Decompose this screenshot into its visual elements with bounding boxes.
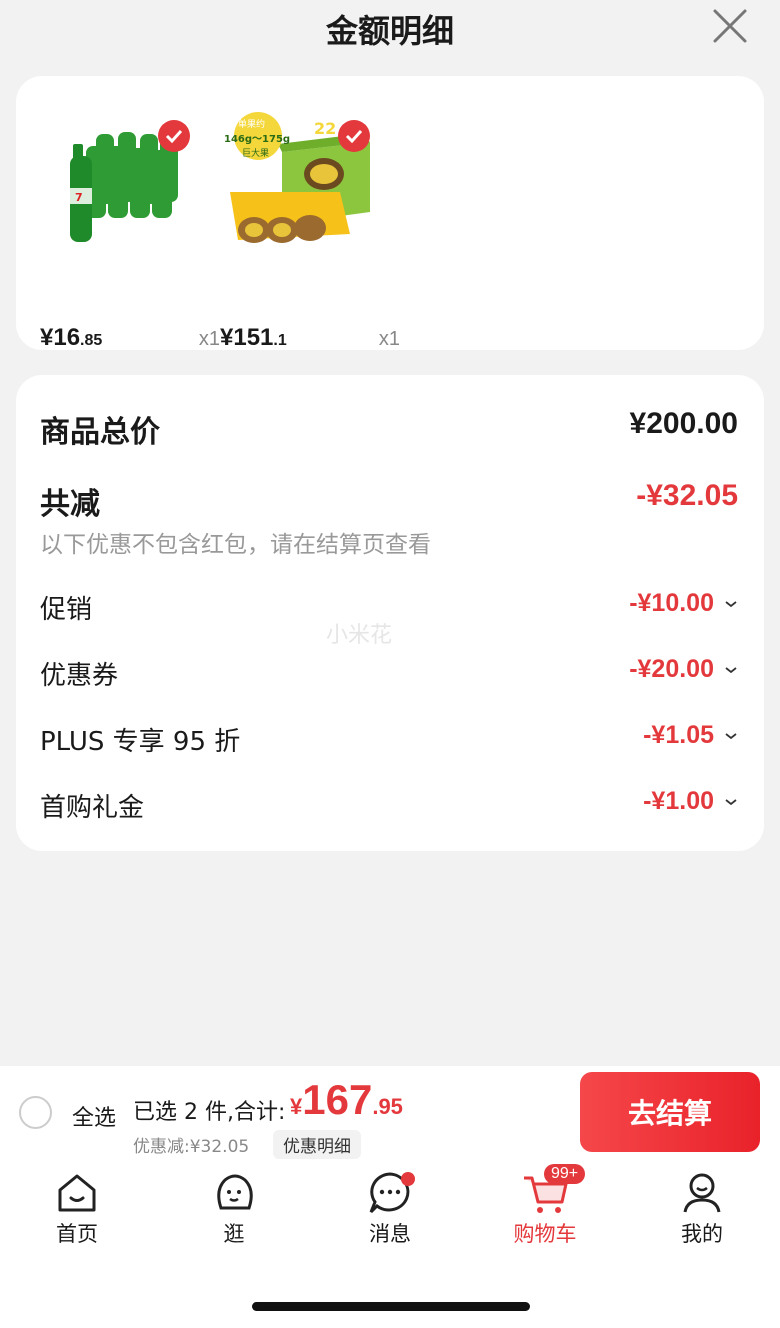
home-indicator[interactable]: [252, 1302, 530, 1311]
product-item[interactable]: 单果约 146g～175g 巨大果 22 ¥151.1 x1: [220, 112, 400, 351]
discount-label: 优惠券: [40, 661, 119, 691]
checkout-button[interactable]: 去结算: [580, 1072, 760, 1152]
discount-detail-button[interactable]: 优惠明细: [273, 1130, 361, 1159]
user-icon: [683, 1173, 721, 1213]
discount-label: PLUS 专享 95 折: [40, 727, 241, 757]
svg-text:单果约: 单果约: [238, 118, 265, 130]
watermark: 小米花: [326, 623, 393, 648]
product-qty: x1: [378, 328, 400, 350]
select-all-radio[interactable]: [19, 1096, 52, 1129]
close-icon[interactable]: [712, 8, 748, 44]
svg-text:7: 7: [75, 191, 83, 204]
discount-note: 以下优惠不包含红包，请在结算页查看: [40, 532, 431, 558]
product-price-int: ¥151: [220, 324, 274, 351]
tab-label: 消息: [369, 1222, 411, 1246]
chevron-down-icon[interactable]: [724, 665, 738, 675]
product-price-row: ¥16.85 x1: [40, 324, 220, 352]
total-label: 商品总价: [40, 415, 160, 450]
chevron-down-icon[interactable]: [724, 599, 738, 609]
discount-label: 促销: [40, 595, 93, 625]
summary-card: 商品总价 ¥200.00 共减 -¥32.05 以下优惠不包含红包，请在结算页查…: [16, 375, 764, 851]
product-image-7up[interactable]: 7: [40, 112, 200, 252]
tab-profile[interactable]: 我的: [647, 1170, 757, 1248]
sum-dec: .95: [372, 1094, 403, 1119]
home-icon: [58, 1174, 96, 1212]
product-price-int: ¥16: [40, 324, 81, 351]
page-title: 金额明细: [325, 12, 454, 50]
product-price-dec: .1: [273, 332, 287, 349]
product-image-kiwi[interactable]: 单果约 146g～175g 巨大果 22: [220, 112, 380, 252]
tab-browse[interactable]: 逛: [179, 1170, 289, 1248]
reduce-label: 共减: [40, 487, 100, 522]
reduce-value: -¥32.05: [636, 479, 738, 512]
svg-text:146g～175g: 146g～175g: [224, 134, 290, 145]
sum-int: 167: [302, 1076, 373, 1123]
tab-messages[interactable]: 消息: [335, 1170, 445, 1248]
tab-label: 逛: [223, 1222, 245, 1246]
svg-text:巨大果: 巨大果: [242, 147, 269, 159]
tab-label: 购物车: [513, 1222, 577, 1246]
tab-bar: 首页 逛 消息 99+ 购物车 我的: [0, 1164, 780, 1260]
discount-value: -¥20.00: [629, 655, 714, 683]
sum-currency: ¥: [290, 1094, 303, 1119]
tab-label: 首页: [56, 1222, 98, 1246]
products-card: 7 ¥16.85 x1 单果约 146g～175g 巨大果 22 ¥151.1 …: [16, 76, 764, 351]
product-qty: x1: [198, 328, 220, 350]
sum-amount: ¥167.95: [290, 1076, 403, 1124]
discount-summary: 优惠减:¥32.05: [133, 1137, 250, 1157]
bottom-bar: 全选 已选 2 件,合计: ¥167.95 优惠减:¥32.05 优惠明细 去结…: [0, 1066, 780, 1328]
select-all-label[interactable]: 全选: [72, 1100, 116, 1132]
tab-home[interactable]: 首页: [22, 1170, 132, 1248]
product-price-dec: .85: [80, 332, 103, 349]
selected-check-icon[interactable]: [158, 120, 190, 152]
selected-check-icon[interactable]: [338, 120, 370, 152]
chevron-down-icon[interactable]: [724, 731, 738, 741]
tab-label: 我的: [681, 1222, 723, 1246]
product-price-row: ¥151.1 x1: [220, 324, 400, 352]
total-value: ¥200.00: [629, 407, 738, 440]
header: 金额明细: [0, 0, 780, 62]
svg-text:22: 22: [314, 119, 336, 138]
tab-cart[interactable]: 99+ 购物车: [490, 1164, 600, 1248]
unread-dot: [401, 1172, 415, 1186]
face-icon: [217, 1174, 253, 1210]
discount-label: 首购礼金: [40, 793, 145, 823]
selected-count-text: 已选 2 件,合计:: [133, 1100, 286, 1125]
product-item[interactable]: 7 ¥16.85 x1: [40, 112, 220, 351]
discount-value: -¥10.00: [629, 589, 714, 617]
chevron-down-icon[interactable]: [724, 797, 738, 807]
cart-count-badge: 99+: [544, 1164, 586, 1184]
